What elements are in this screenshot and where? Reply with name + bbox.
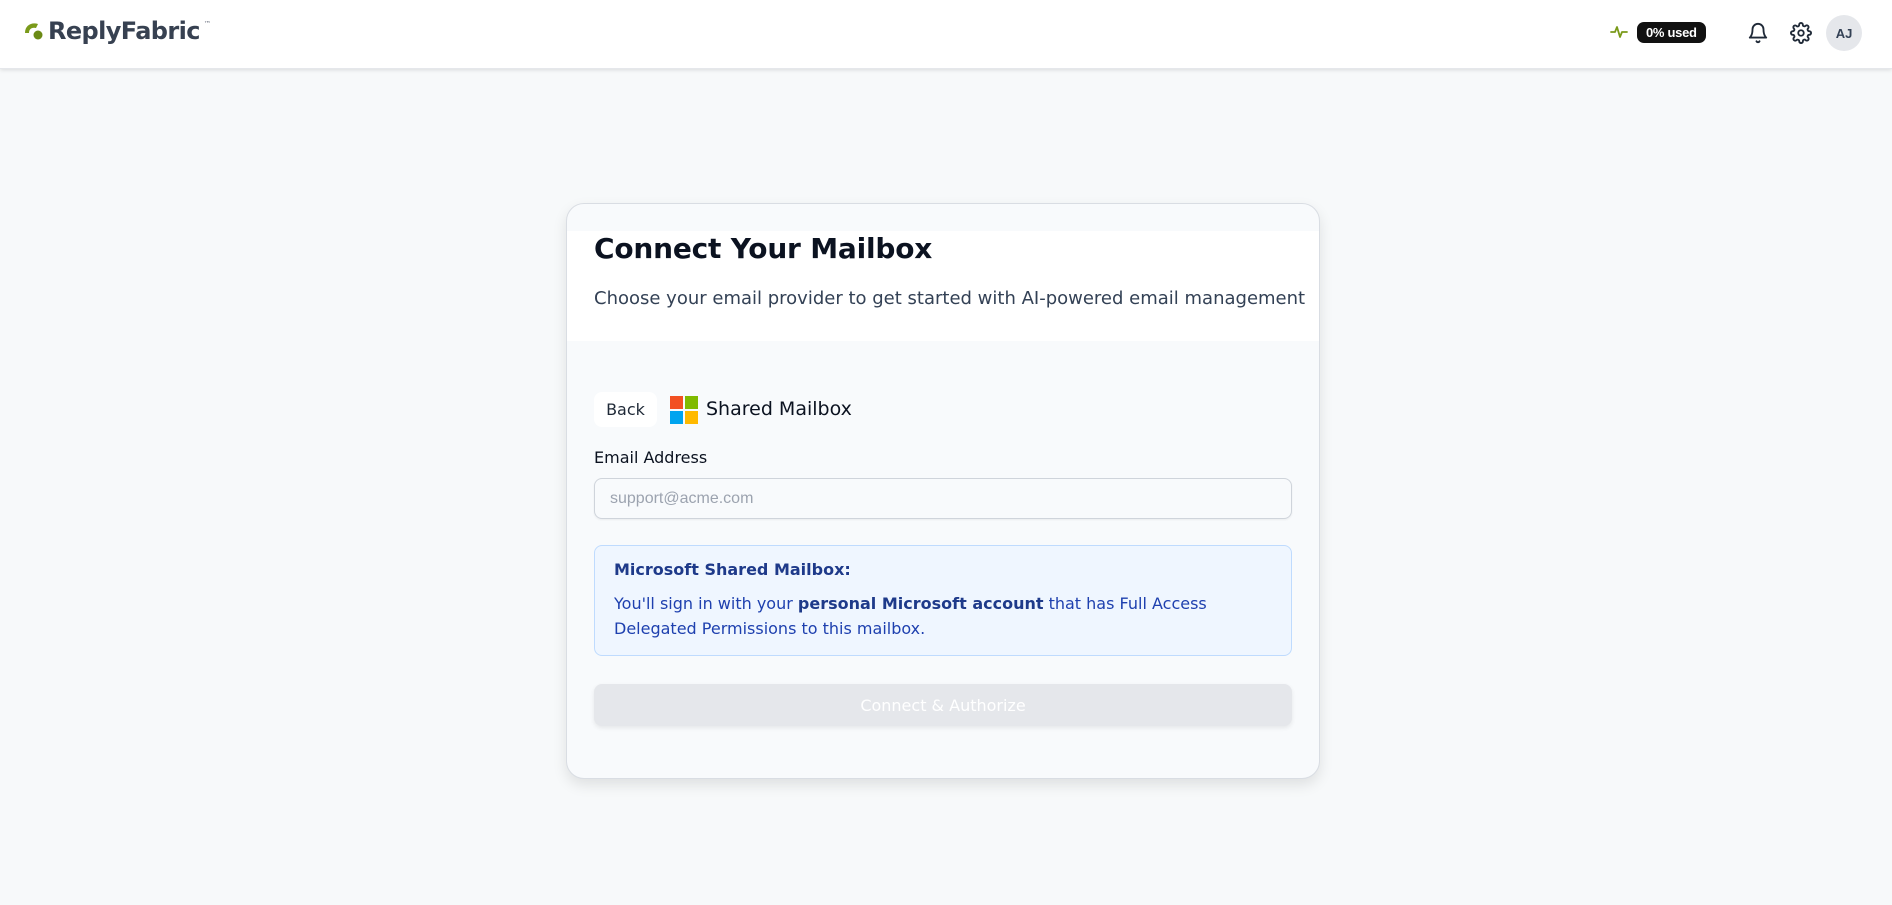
microsoft-logo-icon [670,396,698,424]
card-header: Connect Your Mailbox Choose your email p… [567,231,1319,341]
user-avatar[interactable]: AJ [1826,15,1862,51]
info-text-bold: personal Microsoft account [797,594,1044,613]
bell-icon [1748,23,1768,44]
brand-name: ReplyFabric [48,17,200,45]
usage-indicator[interactable]: 0% used [1610,20,1706,44]
brand-trademark: ™ [203,20,211,28]
brand-logo[interactable]: ReplyFabric ™ [22,16,211,46]
info-text: You'll sign in with your personal Micros… [614,591,1272,641]
notifications-button[interactable] [1745,20,1771,46]
page-title: Connect Your Mailbox [594,232,933,265]
page-subtitle: Choose your email provider to get starte… [594,288,1306,309]
top-navigation-bar: ReplyFabric ™ 0% used AJ [0,0,1892,69]
info-title: Microsoft Shared Mailbox: [614,560,851,579]
email-input[interactable] [594,478,1292,519]
settings-button[interactable] [1788,20,1814,46]
replyfabric-logo-icon [25,23,43,40]
activity-icon [1610,26,1628,38]
info-text-before: You'll sign in with your [614,594,798,613]
email-label: Email Address [594,448,708,467]
back-button[interactable]: Back [594,392,657,427]
gear-icon [1790,22,1812,44]
shared-mailbox-info-box: Microsoft Shared Mailbox: You'll sign in… [594,545,1292,656]
usage-badge: 0% used [1637,21,1706,43]
connect-authorize-button[interactable]: Connect & Authorize [594,684,1292,726]
provider-name: Shared Mailbox [706,398,852,420]
connect-mailbox-card: Connect Your Mailbox Choose your email p… [566,203,1320,779]
